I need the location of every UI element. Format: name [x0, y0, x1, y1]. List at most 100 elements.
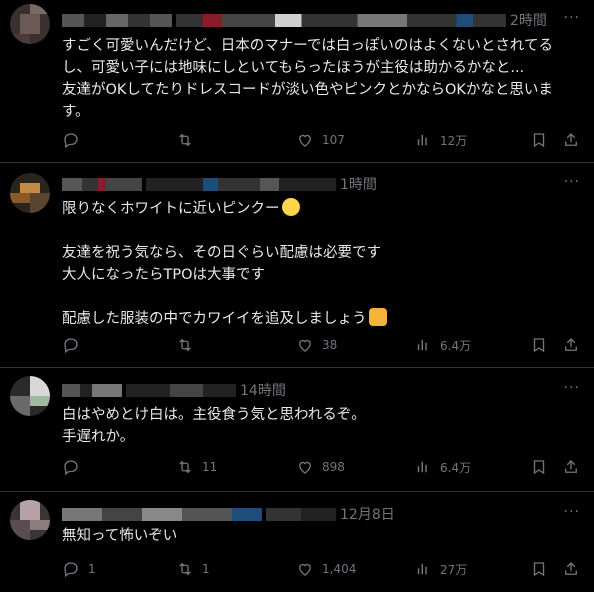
like-count: 1,404: [322, 562, 357, 576]
tweet-text-line: 白はやめとけ白は。主役食う気と思われるぞ。: [62, 407, 366, 423]
reply-button[interactable]: [62, 335, 88, 355]
redacted-handle: [126, 383, 236, 397]
reply-count: 1: [88, 562, 96, 576]
like-count: 898: [322, 460, 345, 474]
reply-icon: [64, 562, 78, 578]
retweet-count: 11: [202, 460, 218, 474]
views-icon: [417, 563, 427, 575]
redacted-handle: [176, 13, 506, 27]
tweet-header: 12月8日: [62, 504, 395, 524]
tweet-time[interactable]: 2時間: [510, 10, 547, 30]
tweet-text-line: 無知って怖いぞい: [62, 528, 178, 544]
reply-button[interactable]: [62, 457, 88, 477]
bookmark-icon[interactable]: [530, 336, 548, 354]
retweet-button[interactable]: 1: [176, 559, 210, 579]
reply-icon: [64, 460, 78, 476]
tweet-text-line: し、可愛い子には地味にしといてもらったほうが主役は助かるかなと...: [62, 60, 525, 76]
tweet-actions: 1 1 1,404 27万: [62, 559, 588, 579]
more-icon[interactable]: ···: [564, 380, 580, 396]
views-count: 27万: [440, 562, 468, 577]
tweet-text-line: 友達を祝う気なら、その日ぐらい配慮は必要です: [62, 245, 381, 261]
tweet-time[interactable]: 14時間: [240, 380, 286, 400]
views-button[interactable]: 27万: [414, 559, 467, 579]
tweet[interactable]: 12月8日 ··· 無知って怖いぞい 1 1 1,404 27万: [0, 492, 594, 592]
like-button[interactable]: 38: [296, 335, 337, 355]
tweet[interactable]: 14時間 ··· 白はやめとけ白は。主役食う気と思われるぞ。 手遅れか。 11 …: [0, 368, 594, 492]
tweet-text-line: [62, 220, 578, 242]
retweet-button[interactable]: [176, 130, 202, 150]
tweet-text-line: 手遅れか。: [62, 429, 135, 445]
bookmark-icon[interactable]: [530, 560, 548, 578]
tweet-text-line: 大人になったらTPOは大事です: [62, 267, 266, 283]
reply-icon: [64, 133, 78, 149]
avatar[interactable]: [10, 4, 50, 44]
like-icon: [299, 339, 311, 352]
bookmark-icon[interactable]: [530, 458, 548, 476]
tweet-time[interactable]: 12月8日: [340, 504, 395, 524]
like-icon: [299, 134, 311, 147]
like-button[interactable]: 107: [296, 130, 345, 150]
redacted-handle: [266, 507, 336, 521]
retweet-button[interactable]: 11: [176, 457, 217, 477]
views-count: 6.4万: [440, 338, 472, 353]
views-icon: [417, 134, 427, 146]
share-icon[interactable]: [562, 336, 580, 354]
tweet-text-line: 限りなくホワイトに近いピンクー: [62, 201, 280, 217]
tweet-text-line: [62, 286, 578, 308]
tweet-header: 2時間: [62, 10, 547, 30]
reply-button[interactable]: 1: [62, 559, 96, 579]
like-icon: [299, 461, 311, 474]
grinning-sweat-emoji: [281, 198, 300, 216]
more-icon[interactable]: ···: [564, 504, 580, 520]
retweet-icon: [179, 133, 191, 147]
tweet-actions: 11 898 6.4万: [62, 457, 588, 477]
tweet-actions: 38 6.4万: [62, 335, 588, 355]
tweet-text-line: 配慮した服装の中でカワイイを追及しましょう: [62, 311, 367, 327]
tweet-actions: 107 12万: [62, 130, 588, 150]
tweet-text-line: すごく可愛いんだけど、日本のマナーでは白っぽいのはよくないとされてる: [62, 38, 553, 54]
tweet-text: すごく可愛いんだけど、日本のマナーでは白っぽいのはよくないとされてる し、可愛い…: [62, 35, 578, 123]
like-count: 38: [322, 338, 338, 352]
tweet-text-line: す。: [62, 104, 90, 120]
retweet-icon: [179, 460, 191, 474]
tweet-text: 白はやめとけ白は。主役食う気と思われるぞ。 手遅れか。: [62, 404, 578, 448]
tweet-text: 無知って怖いぞい: [62, 525, 578, 547]
reply-button[interactable]: [62, 130, 88, 150]
views-button[interactable]: 6.4万: [414, 335, 471, 355]
more-icon[interactable]: ···: [564, 174, 580, 190]
like-count: 107: [322, 133, 345, 147]
like-button[interactable]: 1,404: [296, 559, 356, 579]
retweet-icon: [179, 338, 191, 352]
redacted-display-name: [62, 177, 142, 191]
views-button[interactable]: 12万: [414, 130, 467, 150]
views-button[interactable]: 6.4万: [414, 457, 471, 477]
retweet-button[interactable]: [176, 335, 202, 355]
retweet-icon: [179, 562, 191, 576]
share-icon[interactable]: [562, 131, 580, 149]
retweet-count: 1: [202, 562, 210, 576]
redacted-display-name: [62, 507, 262, 521]
redacted-display-name: [62, 383, 122, 397]
tweet[interactable]: 2時間 ··· すごく可愛いんだけど、日本のマナーでは白っぽいのはよくないとされ…: [0, 0, 594, 163]
tweet-header: 1時間: [62, 174, 377, 194]
views-count: 6.4万: [440, 460, 472, 475]
like-button[interactable]: 898: [296, 457, 345, 477]
tweet-text: 限りなくホワイトに近いピンクー 友達を祝う気なら、その日ぐらい配慮は必要です 大…: [62, 198, 578, 330]
views-count: 12万: [440, 133, 468, 148]
more-icon[interactable]: ···: [564, 10, 580, 26]
tweet[interactable]: 1時間 ··· 限りなくホワイトに近いピンクー 友達を祝う気なら、その日ぐらい配…: [0, 163, 594, 368]
bookmark-icon[interactable]: [530, 131, 548, 149]
share-icon[interactable]: [562, 560, 580, 578]
tweet-header: 14時間: [62, 380, 286, 400]
share-icon[interactable]: [562, 458, 580, 476]
redacted-display-name: [62, 13, 172, 27]
tweet-time[interactable]: 1時間: [340, 174, 377, 194]
tweet-text-line: 友達がOKしてたりドレスコードが淡い色やピンクとかならOKかなと思いま: [62, 82, 553, 98]
thumbs-up-emoji: [368, 308, 387, 326]
avatar[interactable]: [10, 500, 50, 540]
reply-icon: [64, 338, 78, 354]
views-icon: [417, 461, 427, 473]
avatar[interactable]: [10, 173, 50, 213]
avatar[interactable]: [10, 376, 50, 416]
timeline: 2時間 ··· すごく可愛いんだけど、日本のマナーでは白っぽいのはよくないとされ…: [0, 0, 594, 592]
